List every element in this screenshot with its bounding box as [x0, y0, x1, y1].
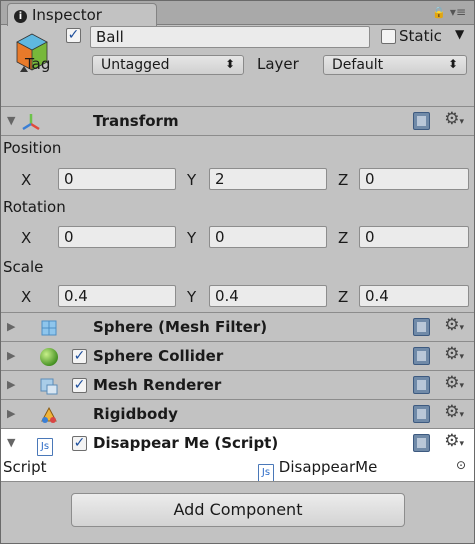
- position-y-input[interactable]: 2: [209, 168, 327, 190]
- script-field-row: Script Js DisappearMe ⊙: [1, 458, 474, 482]
- mesh-renderer-title: Mesh Renderer: [93, 376, 222, 394]
- static-dropdown-icon[interactable]: ▼: [455, 27, 464, 41]
- mesh-filter-icon: [41, 320, 57, 336]
- gear-icon[interactable]: ⚙▾: [444, 402, 464, 422]
- rotation-z-input[interactable]: 0: [359, 226, 469, 248]
- rigidbody-icon: [41, 406, 57, 423]
- js-script-icon: Js: [37, 432, 57, 456]
- help-book-icon[interactable]: [413, 347, 430, 365]
- scale-y-label: Y: [187, 288, 197, 306]
- help-book-icon[interactable]: [413, 405, 430, 423]
- fold-arrow-right-icon[interactable]: ▶: [7, 320, 15, 333]
- position-x-label: X: [21, 171, 32, 189]
- fold-arrow-down-icon[interactable]: ▼: [7, 114, 15, 127]
- gear-icon[interactable]: ⚙▾: [444, 431, 464, 451]
- rigidbody-title: Rigidbody: [93, 405, 178, 423]
- position-label: Position: [3, 139, 62, 157]
- scale-x-label: X: [21, 288, 32, 306]
- gear-icon[interactable]: ⚙▾: [444, 315, 464, 335]
- rotation-y-label: Y: [187, 229, 197, 247]
- script-component-title: Disappear Me (Script): [93, 434, 279, 452]
- script-field-label: Script: [3, 458, 47, 476]
- transform-axes-icon: [22, 114, 40, 131]
- static-checkbox[interactable]: [381, 29, 396, 44]
- lock-icon[interactable]: 🔒: [432, 6, 446, 19]
- transform-title: Transform: [93, 112, 179, 130]
- script-enabled-checkbox[interactable]: ✓: [72, 436, 87, 451]
- gameobject-header: ✓ Ball Static ▼ Tag Untagged ⬍ Layer Def…: [1, 26, 474, 104]
- gear-icon[interactable]: ⚙▾: [444, 109, 464, 129]
- sphere-collider-title: Sphere Collider: [93, 347, 224, 365]
- tab-menu-icon[interactable]: ▾≡: [450, 5, 466, 19]
- rotation-y-input[interactable]: 0: [209, 226, 327, 248]
- scale-z-label: Z: [338, 288, 349, 306]
- layer-label: Layer: [257, 55, 299, 73]
- script-reference-field[interactable]: Js DisappearMe: [258, 458, 377, 482]
- scale-x-input[interactable]: 0.4: [58, 285, 176, 307]
- scale-z-input[interactable]: 0.4: [359, 285, 469, 307]
- sphere-collider-checkbox[interactable]: ✓: [72, 349, 87, 364]
- position-z-label: Z: [338, 171, 349, 189]
- js-script-icon: Js: [258, 464, 274, 482]
- sphere-collider-icon: [40, 348, 58, 366]
- fold-arrow-right-icon[interactable]: ▶: [7, 378, 15, 391]
- object-name-input[interactable]: Ball: [90, 26, 370, 48]
- dropdown-arrows-icon: ⬍: [447, 57, 458, 71]
- help-book-icon[interactable]: [413, 112, 430, 130]
- object-picker-icon[interactable]: ⊙: [456, 458, 466, 472]
- script-component-header[interactable]: ▼ Js ✓ Disappear Me (Script) ⚙▾: [1, 429, 474, 458]
- sphere-collider-header[interactable]: ▶ ✓ Sphere Collider ⚙▾: [1, 342, 474, 371]
- dropdown-arrows-icon: ⬍: [224, 57, 235, 71]
- inspector-panel: i Inspector 🔒 ▾≡ ✓ Ball Static ▼ Tag Unta…: [0, 0, 475, 544]
- position-z-input[interactable]: 0: [359, 168, 469, 190]
- fold-arrow-down-icon[interactable]: ▼: [7, 436, 15, 449]
- position-y-label: Y: [187, 171, 197, 189]
- mesh-renderer-checkbox[interactable]: ✓: [72, 378, 87, 393]
- rotation-z-label: Z: [338, 229, 349, 247]
- rotation-label: Rotation: [3, 198, 66, 216]
- layer-value: Default: [332, 57, 384, 73]
- static-label: Static: [399, 27, 442, 45]
- tab-controls: 🔒 ▾≡: [432, 5, 466, 19]
- rotation-x-label: X: [21, 229, 32, 247]
- tag-label: Tag: [25, 55, 51, 73]
- gear-icon[interactable]: ⚙▾: [444, 373, 464, 393]
- tab-inspector[interactable]: i Inspector: [7, 3, 157, 26]
- help-book-icon[interactable]: [413, 376, 430, 394]
- mesh-renderer-icon: [40, 378, 58, 395]
- active-checkbox[interactable]: ✓: [66, 28, 81, 43]
- info-icon: i: [14, 10, 27, 23]
- mesh-renderer-header[interactable]: ▶ ✓ Mesh Renderer ⚙▾: [1, 371, 474, 400]
- rotation-x-input[interactable]: 0: [58, 226, 176, 248]
- gear-icon[interactable]: ⚙▾: [444, 344, 464, 364]
- help-book-icon[interactable]: [413, 318, 430, 336]
- layer-dropdown[interactable]: Default ⬍: [323, 55, 467, 75]
- fold-arrow-right-icon[interactable]: ▶: [7, 407, 15, 420]
- mesh-filter-title: Sphere (Mesh Filter): [93, 318, 268, 336]
- tag-dropdown[interactable]: Untagged ⬍: [92, 55, 244, 75]
- mesh-filter-header[interactable]: ▶ Sphere (Mesh Filter) ⚙▾: [1, 313, 474, 342]
- tab-title: Inspector: [32, 6, 102, 24]
- scale-y-input[interactable]: 0.4: [209, 285, 327, 307]
- scale-label: Scale: [3, 258, 44, 276]
- script-reference-value: DisappearMe: [278, 458, 378, 476]
- position-x-input[interactable]: 0: [58, 168, 176, 190]
- transform-header[interactable]: ▼ Transform ⚙▾: [1, 107, 474, 136]
- tag-value: Untagged: [101, 57, 170, 73]
- divider: [1, 481, 474, 482]
- tab-bar: i Inspector 🔒 ▾≡: [1, 1, 474, 26]
- rigidbody-header[interactable]: ▶ Rigidbody ⚙▾: [1, 400, 474, 429]
- add-component-button[interactable]: Add Component: [71, 493, 405, 527]
- help-book-icon[interactable]: [413, 434, 430, 452]
- fold-arrow-right-icon[interactable]: ▶: [7, 349, 15, 362]
